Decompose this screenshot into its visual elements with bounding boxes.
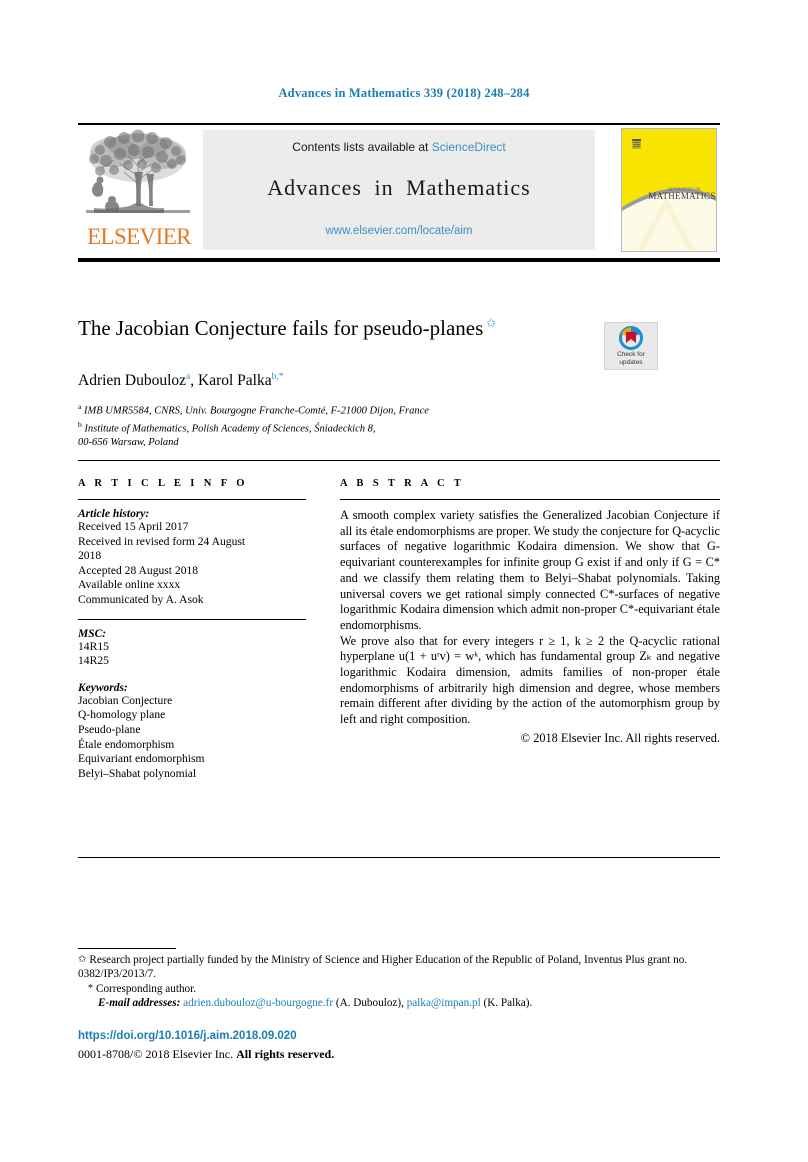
keyword-item: Q-homology plane: [78, 708, 166, 722]
keyword-item: Belyi–Shabat polynomial: [78, 766, 197, 780]
keyword-item: Jacobian Conjecture: [78, 693, 173, 707]
article-info-heading: A R T I C L E I N F O: [78, 478, 248, 489]
msc-item: 14R15: [78, 639, 109, 653]
article-title-text: The Jacobian Conjecture fails for pseudo…: [78, 316, 484, 340]
masthead-rule-top: [78, 123, 720, 125]
abstract-column: A B S T R A C T A smooth complex variety…: [340, 478, 720, 746]
affiliation-item: b Institute of Mathematics, Polish Acade…: [78, 418, 718, 436]
keyword-item: Equivariant endomorphism: [78, 752, 205, 766]
email-link-palka[interactable]: palka@impan.pl: [407, 997, 481, 1009]
email-footnote: E-mail addresses: adrien.dubouloz@u-bour…: [98, 996, 533, 1009]
journal-first-page: Advances in Mathematics 339 (2018) 248–2…: [0, 0, 808, 1162]
author-affiliation-marker[interactable]: b,*: [272, 372, 284, 382]
funding-footnote-text: Research project partially funded by the…: [78, 954, 688, 981]
corresponding-author-marker: *: [88, 982, 93, 994]
contents-panel: Contents lists available at ScienceDirec…: [203, 130, 595, 250]
affiliation-marker: b: [78, 420, 82, 430]
journal-homepage-link[interactable]: www.elsevier.com/locate/aim: [203, 225, 595, 237]
title-footnote-marker[interactable]: ✩: [486, 316, 496, 330]
abstract-copyright: © 2018 Elsevier Inc. All rights reserved…: [520, 730, 720, 745]
journal-title: Advances in Mathematics: [267, 175, 531, 200]
funding-footnote-marker: ✩: [78, 954, 87, 965]
affiliation-marker: a: [78, 402, 82, 411]
affiliation-list: a IMB UMR5584, CNRS, Univ. Bourgogne Fra…: [78, 400, 718, 450]
author-affiliation-marker[interactable]: a: [186, 372, 190, 382]
masthead-rule-bottom: [78, 258, 720, 262]
email-addresses-label: E-mail addresses:: [98, 996, 181, 1009]
elsevier-tree-icon: [86, 129, 190, 213]
info-band-rule-bottom: [78, 857, 720, 858]
email-link-dubouloz[interactable]: adrien.dubouloz@u-bourgogne.fr: [183, 997, 333, 1009]
affiliation-item: a IMB UMR5584, CNRS, Univ. Bourgogne Fra…: [78, 400, 718, 418]
history-item: Available online xxxx: [78, 578, 181, 592]
history-item: 2018: [78, 549, 102, 563]
msc-list: 14R15 14R25: [78, 640, 306, 669]
keywords-list: Jacobian Conjecture Q-homology plane Pse…: [78, 694, 306, 782]
affiliation-text: IMB UMR5584, CNRS, Univ. Bourgogne Franc…: [83, 405, 429, 417]
abstract-divider: [340, 499, 720, 500]
affiliation-text: Institute of Mathematics, Polish Academy…: [84, 423, 376, 435]
abstract-paragraph: We prove also that for every integers r …: [340, 633, 720, 727]
history-item: Received 15 April 2017: [78, 520, 189, 533]
article-history-label: Article history:: [78, 508, 150, 520]
keywords-label: Keywords:: [78, 681, 128, 694]
contents-available-line: Contents lists available at ScienceDirec…: [203, 140, 595, 154]
cover-publisher-mark: [632, 139, 641, 149]
corresponding-author-text: Corresponding author.: [96, 982, 197, 995]
author-name[interactable]: Adrien Dubouloz: [78, 372, 186, 389]
msc-divider: [78, 618, 306, 620]
info-band-rule-top: [78, 460, 720, 461]
article-info-divider: [78, 499, 306, 500]
crossmark-line2: updates: [619, 358, 643, 366]
keyword-item: Pseudo-plane: [78, 722, 141, 736]
affiliation-item: 00-656 Warsaw, Poland: [78, 436, 718, 450]
running-head: Advances in Mathematics 339 (2018) 248–2…: [278, 86, 530, 100]
email-owner-dubouloz: (A. Dubouloz): [335, 996, 402, 1009]
issn-copyright-line: 0001-8708/© 2018 Elsevier Inc. All right…: [78, 1047, 334, 1062]
issn-rights-reserved: All rights reserved.: [236, 1047, 335, 1061]
keyword-item: Étale endomorphism: [78, 737, 175, 751]
crossmark-line1: Check for: [617, 351, 645, 358]
article-info-column: A R T I C L E I N F O Article history: R…: [78, 478, 306, 781]
funding-footnote: ✩ Research project partially funded by th…: [78, 953, 720, 982]
affiliation-text: 00-656 Warsaw, Poland: [78, 437, 179, 449]
corresponding-author-footnote: * Corresponding author.: [88, 982, 720, 996]
article-history-list: Received 15 April 2017 Received in revis…: [78, 520, 306, 608]
doi-link[interactable]: https://doi.org/10.1016/j.aim.2018.09.02…: [78, 1030, 297, 1042]
contents-prefix-text: Contents lists available at: [292, 140, 432, 154]
issn-number: 0001-8708/: [78, 1047, 134, 1061]
footnote-block: ✩ Research project partially funded by th…: [78, 953, 720, 1010]
issn-copyright: © 2018 Elsevier Inc.: [133, 1047, 237, 1061]
page-title: The Jacobian Conjecture fails for pseudo…: [78, 310, 578, 341]
abstract-body: A smooth complex variety satisfies the G…: [340, 508, 720, 728]
msc-label: MSC:: [78, 627, 107, 640]
abstract-heading: A B S T R A C T: [340, 478, 465, 489]
msc-item: 14R25: [78, 654, 109, 668]
history-item: Communicated by A. Asok: [78, 592, 204, 606]
history-item: Accepted 28 August 2018: [78, 563, 199, 577]
svg-text:MATHEMATICS: MATHEMATICS: [648, 191, 715, 201]
history-item: Received in revised form 24 August: [78, 534, 246, 548]
journal-cover-thumbnail[interactable]: ADVANCES IN MATHEMATICS: [621, 128, 717, 252]
email-owner-palka: (K. Palka): [483, 996, 530, 1009]
crossmark-label: Check for updates: [605, 351, 657, 366]
footnote-rule: [78, 948, 176, 949]
journal-cover-image: ADVANCES IN MATHEMATICS: [622, 129, 716, 251]
author-name[interactable]: Karol Palka: [198, 372, 272, 389]
crossmark-badge[interactable]: Check for updates: [604, 322, 658, 370]
elsevier-wordmark: ELSEVIER: [87, 224, 191, 249]
crossmark-icon: [619, 326, 643, 350]
sciencedirect-link[interactable]: ScienceDirect: [432, 140, 506, 154]
author-list: Adrien Dubouloza, Karol Palkab,*: [78, 372, 284, 390]
elsevier-logo-block: ELSEVIER: [78, 128, 200, 252]
masthead: ELSEVIER Contents lists available at Sci…: [78, 128, 720, 254]
abstract-paragraph: A smooth complex variety satisfies the G…: [340, 508, 720, 632]
